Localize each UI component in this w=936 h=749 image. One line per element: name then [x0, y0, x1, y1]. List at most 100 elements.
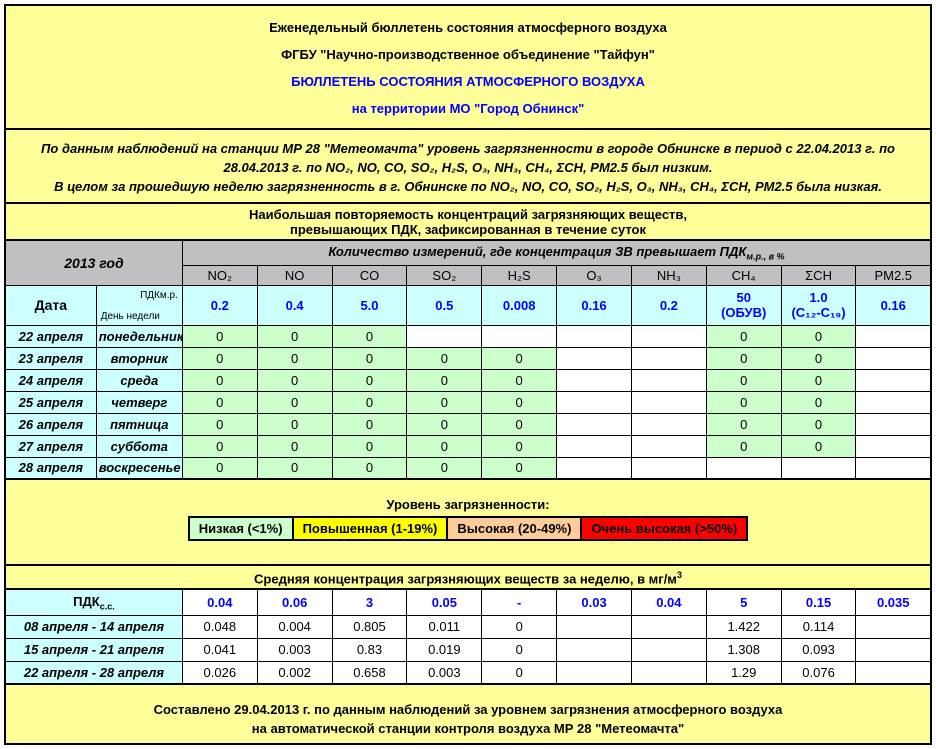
- pdk-ss-cell: 0.15: [781, 589, 856, 615]
- table-row: 24 апреля среда 0 0 0 0 0 0 0: [5, 369, 931, 391]
- day-cell: понедельник: [96, 325, 182, 347]
- freq-cell: 0: [407, 347, 482, 369]
- freq-cell: [856, 435, 931, 457]
- pdk-value: 5.0: [335, 298, 405, 313]
- avg-cell: 0.83: [332, 638, 407, 661]
- freq-cell: 0: [257, 457, 332, 479]
- pdk-ss-cell: 3: [332, 589, 407, 615]
- freq-cell: 0: [706, 325, 781, 347]
- freq-cell: 0: [182, 435, 257, 457]
- legend-item-low: Низкая (<1%): [188, 516, 294, 541]
- pdk-ss-cell: 0.05: [407, 589, 482, 615]
- freq-cell: [631, 435, 706, 457]
- avg-cell: [557, 615, 632, 638]
- freq-cell: 0: [182, 413, 257, 435]
- freq-cell: 0: [706, 413, 781, 435]
- freq-cell: 0: [332, 413, 407, 435]
- pdk-value: 0.2: [634, 298, 704, 313]
- avg-cell: 0: [482, 615, 557, 638]
- pdk-value: 0.2: [185, 298, 255, 313]
- freq-cell: 0: [407, 369, 482, 391]
- column-header-co: CO: [332, 265, 407, 285]
- date-cell: 22 апреля: [5, 325, 96, 347]
- freq-cell: 0: [332, 435, 407, 457]
- week-range-cell: 08 апреля - 14 апреля: [5, 615, 182, 638]
- pdk-ss-cell: 0.03: [557, 589, 632, 615]
- freq-cell: 0: [781, 413, 856, 435]
- freq-cell: [631, 347, 706, 369]
- pdk-mr-cell: 0.5: [407, 285, 482, 325]
- territory-line: на территории МО "Город Обнинск": [6, 95, 930, 122]
- freq-cell: 0: [407, 391, 482, 413]
- column-header-sch: ΣCH: [781, 265, 856, 285]
- freq-cell: 0: [482, 369, 557, 391]
- freq-cell: [631, 413, 706, 435]
- freq-cell: 0: [182, 325, 257, 347]
- day-cell: суббота: [96, 435, 182, 457]
- date-header-cell: Дата: [5, 285, 96, 325]
- freq-cell: 0: [706, 347, 781, 369]
- year-cell: 2013 год: [5, 240, 182, 285]
- pdk-value: 0.16: [858, 298, 928, 313]
- avg-cell: 0.002: [257, 661, 332, 684]
- freq-cell: 0: [182, 347, 257, 369]
- pdk-ss-cell: 0.035: [856, 589, 931, 615]
- freq-cell: 0: [182, 369, 257, 391]
- column-header-no: NO: [257, 265, 332, 285]
- freq-cell: 0: [781, 325, 856, 347]
- pdk-note: (ОБУВ): [709, 305, 779, 320]
- legend-item-high: Высокая (20-49%): [446, 516, 582, 541]
- pdk-ss-cell: 5: [706, 589, 781, 615]
- freq-cell: 0: [407, 435, 482, 457]
- pdk-mr-cell: 0.16: [856, 285, 931, 325]
- legend-row: Низкая (<1%) Повышенная (1-19%) Высокая …: [6, 516, 930, 541]
- pdk-mr-cell: 0.2: [631, 285, 706, 325]
- pdk-value: 1.0: [784, 290, 854, 305]
- freq-cell: [631, 391, 706, 413]
- avg-cell: 0: [482, 638, 557, 661]
- footer-line2: на автоматической станции контроля возду…: [6, 719, 930, 738]
- measure-header-text: Количество измерений, где концентрация З…: [328, 244, 746, 259]
- avg-cell: 0.011: [407, 615, 482, 638]
- pdk-note: (C₁₂-C₁₉): [784, 305, 854, 320]
- avg-cell: [856, 638, 931, 661]
- week-range-cell: 22 апреля - 28 апреля: [5, 661, 182, 684]
- date-cell: 24 апреля: [5, 369, 96, 391]
- summary-paragraph-2: В целом за прошедшую неделю загрязненнос…: [14, 177, 922, 196]
- freq-cell: [557, 391, 632, 413]
- day-cell: воскресенье: [96, 457, 182, 479]
- footer-line1: Составлено 29.04.2013 г. по данным наблю…: [6, 700, 930, 719]
- avg-cell: 1.29: [706, 661, 781, 684]
- day-cell: пятница: [96, 413, 182, 435]
- pdk-mr-row: Дата ПДКм.р. День недели 0.2 0.4 5.0 0.5…: [5, 285, 931, 325]
- freq-cell: 0: [482, 413, 557, 435]
- freq-cell: 0: [257, 369, 332, 391]
- table-row: 28 апреля воскресенье 0 0 0 0 0: [5, 457, 931, 479]
- pdk-ss-cell: 0.04: [631, 589, 706, 615]
- freq-cell: 0: [781, 391, 856, 413]
- avg-cell: 0.658: [332, 661, 407, 684]
- freq-cell: 0: [257, 325, 332, 347]
- bulletin-page: Еженедельный бюллетень состояния атмосфе…: [0, 0, 936, 749]
- date-cell: 23 апреля: [5, 347, 96, 369]
- freq-cell: 0: [332, 369, 407, 391]
- avg-cell: 0.004: [257, 615, 332, 638]
- pdk-ss-row: ПДКс.с. 0.04 0.06 3 0.05 - 0.03 0.04 5 0…: [5, 589, 931, 615]
- freq-cell: 0: [332, 347, 407, 369]
- summary-section: По данным наблюдений на станции МР 28 "М…: [4, 128, 932, 204]
- avg-cell: [631, 638, 706, 661]
- avg-cell: 1.308: [706, 638, 781, 661]
- date-cell: 26 апреля: [5, 413, 96, 435]
- freq-cell: [706, 457, 781, 479]
- freq-cell: 0: [257, 435, 332, 457]
- pollution-level-legend: Уровень загрязненности: Низкая (<1%) Пов…: [4, 478, 932, 566]
- pdk-ss-label: ПДК: [73, 594, 100, 609]
- pdk-ss-cell: 0.04: [182, 589, 257, 615]
- freq-cell: [856, 413, 931, 435]
- freq-cell: 0: [482, 457, 557, 479]
- pdk-ss-cell: 0.06: [257, 589, 332, 615]
- table-row: 22 апреля понедельник 0 0 0 0 0: [5, 325, 931, 347]
- day-cell: вторник: [96, 347, 182, 369]
- date-cell: 27 апреля: [5, 435, 96, 457]
- pdk-value: 0.16: [559, 298, 629, 313]
